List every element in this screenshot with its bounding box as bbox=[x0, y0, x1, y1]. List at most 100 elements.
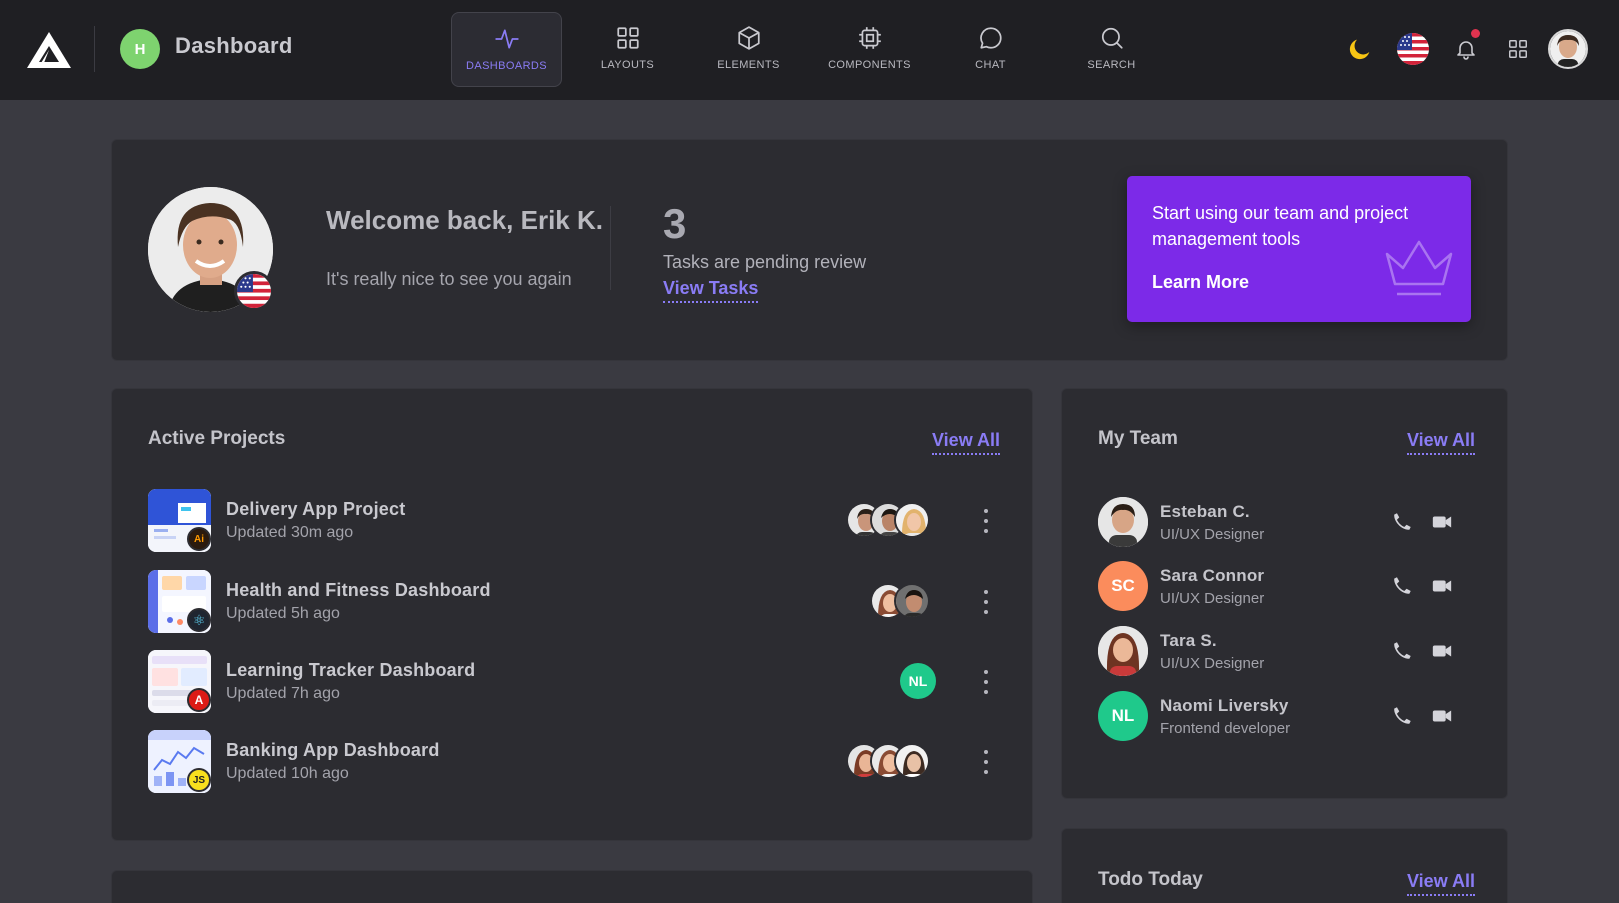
user-menu-button[interactable] bbox=[1548, 29, 1588, 69]
team-member-row[interactable]: SC Sara Connor UI/UX Designer bbox=[1098, 561, 1478, 613]
nav-layouts[interactable]: LAYOUTS bbox=[572, 12, 683, 87]
video-camera-icon[interactable] bbox=[1431, 575, 1453, 597]
language-button[interactable] bbox=[1393, 29, 1433, 69]
project-members bbox=[846, 743, 936, 779]
phone-icon[interactable] bbox=[1391, 575, 1413, 597]
project-updated: Updated 30m ago bbox=[226, 524, 354, 541]
more-options-button[interactable] bbox=[976, 509, 996, 533]
more-options-button[interactable] bbox=[976, 670, 996, 694]
us-flag-icon bbox=[1397, 33, 1429, 65]
todo-view-all-link[interactable]: View All bbox=[1407, 871, 1476, 896]
bell-icon bbox=[1457, 41, 1475, 60]
phone-icon[interactable] bbox=[1391, 705, 1413, 727]
project-updated: Updated 7h ago bbox=[226, 685, 340, 702]
project-members: NL bbox=[900, 663, 936, 699]
apps-button[interactable] bbox=[1498, 29, 1538, 69]
member-role: UI/UX Designer bbox=[1160, 590, 1265, 607]
more-options-button[interactable] bbox=[976, 750, 996, 774]
todo-today-card: Todo Today View All bbox=[1061, 828, 1508, 903]
pending-count: 3 bbox=[663, 200, 687, 247]
page-title: Dashboard bbox=[175, 33, 293, 58]
pending-label: Tasks are pending review bbox=[663, 252, 867, 272]
javascript-icon: JS bbox=[187, 768, 211, 792]
theme-toggle-button[interactable] bbox=[1340, 29, 1380, 69]
phone-icon[interactable] bbox=[1391, 640, 1413, 662]
nav-label: SEARCH bbox=[1087, 59, 1136, 71]
video-camera-icon[interactable] bbox=[1431, 640, 1453, 662]
project-name: Learning Tracker Dashboard bbox=[226, 660, 476, 680]
welcome-divider bbox=[610, 206, 611, 290]
project-row[interactable]: Ai Delivery App Project Updated 30m ago bbox=[148, 489, 998, 553]
member-role: UI/UX Designer bbox=[1160, 655, 1265, 672]
nav-label: ELEMENTS bbox=[717, 59, 780, 71]
brand-logo-icon[interactable] bbox=[26, 30, 72, 70]
nav-label: DASHBOARDS bbox=[465, 60, 548, 72]
member-avatar bbox=[894, 502, 930, 538]
member-avatar bbox=[894, 743, 930, 779]
video-camera-icon[interactable] bbox=[1431, 511, 1453, 533]
chat-icon bbox=[979, 27, 1002, 49]
us-flag-icon bbox=[234, 271, 274, 311]
adobe-illustrator-icon: Ai bbox=[187, 527, 211, 551]
project-updated: Updated 5h ago bbox=[226, 605, 340, 622]
project-row[interactable]: JS Banking App Dashboard Updated 10h ago bbox=[148, 730, 998, 794]
nav-label: CHAT bbox=[975, 59, 1006, 71]
project-name: Delivery App Project bbox=[226, 499, 406, 519]
video-camera-icon[interactable] bbox=[1431, 705, 1453, 727]
project-name: Banking App Dashboard bbox=[226, 740, 440, 760]
projects-view-all-link[interactable]: View All bbox=[932, 430, 1001, 455]
moon-icon bbox=[1349, 39, 1370, 60]
cube-icon bbox=[737, 26, 760, 50]
nav-chat[interactable]: CHAT bbox=[935, 12, 1046, 87]
welcome-heading: Welcome back, Erik K. bbox=[326, 205, 603, 235]
active-projects-card: Active Projects View All Ai Delivery App… bbox=[111, 388, 1033, 841]
projects-title: Active Projects bbox=[148, 428, 286, 449]
angular-icon: A bbox=[187, 688, 211, 712]
nav-label: LAYOUTS bbox=[600, 59, 655, 71]
project-members bbox=[846, 502, 936, 538]
chip-icon bbox=[858, 27, 881, 49]
team-view-all-link[interactable]: View All bbox=[1407, 430, 1476, 455]
member-name: Esteban C. bbox=[1160, 502, 1250, 521]
brand-avatar: H bbox=[120, 29, 160, 69]
project-name: Health and Fitness Dashboard bbox=[226, 580, 491, 600]
promo-banner: Start using our team and project managem… bbox=[1127, 176, 1471, 322]
project-members bbox=[870, 583, 936, 619]
member-name: Tara S. bbox=[1160, 631, 1217, 650]
member-role: Frontend developer bbox=[1160, 720, 1291, 737]
user-avatar bbox=[1548, 29, 1588, 69]
more-options-button[interactable] bbox=[976, 590, 996, 614]
welcome-subtitle: It's really nice to see you again bbox=[326, 269, 572, 289]
project-row[interactable]: ⚛ Health and Fitness Dashboard Updated 5… bbox=[148, 570, 998, 634]
nav-search[interactable]: SEARCH bbox=[1056, 12, 1167, 87]
nav-elements[interactable]: ELEMENTS bbox=[693, 12, 804, 87]
nav-dashboards[interactable]: DASHBOARDS bbox=[451, 12, 562, 87]
top-navbar: H Dashboard DASHBOARDS LAYOUTS ELEMENTS … bbox=[0, 0, 1619, 100]
member-initials-avatar: SC bbox=[1098, 561, 1148, 611]
team-member-row[interactable]: NL Naomi Liversky Frontend developer bbox=[1098, 691, 1478, 743]
team-member-row[interactable]: Esteban C. UI/UX Designer bbox=[1098, 497, 1478, 549]
nav-components[interactable]: COMPONENTS bbox=[814, 12, 925, 87]
bottom-card bbox=[111, 870, 1033, 903]
project-row[interactable]: A Learning Tracker Dashboard Updated 7h … bbox=[148, 650, 998, 714]
react-icon: ⚛ bbox=[187, 608, 211, 632]
learn-more-link[interactable]: Learn More bbox=[1152, 272, 1249, 293]
brand-divider bbox=[94, 26, 95, 72]
activity-icon bbox=[494, 29, 519, 49]
member-role: UI/UX Designer bbox=[1160, 526, 1265, 543]
notifications-button[interactable] bbox=[1446, 29, 1486, 69]
team-member-row[interactable]: Tara S. UI/UX Designer bbox=[1098, 626, 1478, 678]
phone-icon[interactable] bbox=[1391, 511, 1413, 533]
apps-grid-icon bbox=[1509, 40, 1527, 58]
crown-icon bbox=[1385, 240, 1453, 296]
view-tasks-link[interactable]: View Tasks bbox=[663, 278, 759, 303]
team-title: My Team bbox=[1098, 428, 1178, 449]
member-avatar bbox=[1098, 626, 1148, 676]
grid-icon bbox=[616, 27, 639, 49]
project-updated: Updated 10h ago bbox=[226, 765, 349, 782]
promo-text: Start using our team and project managem… bbox=[1152, 203, 1409, 249]
member-initials-avatar: NL bbox=[1098, 691, 1148, 741]
member-name: Sara Connor bbox=[1160, 566, 1265, 585]
member-avatar bbox=[894, 583, 930, 619]
member-initials-avatar: NL bbox=[900, 663, 936, 699]
